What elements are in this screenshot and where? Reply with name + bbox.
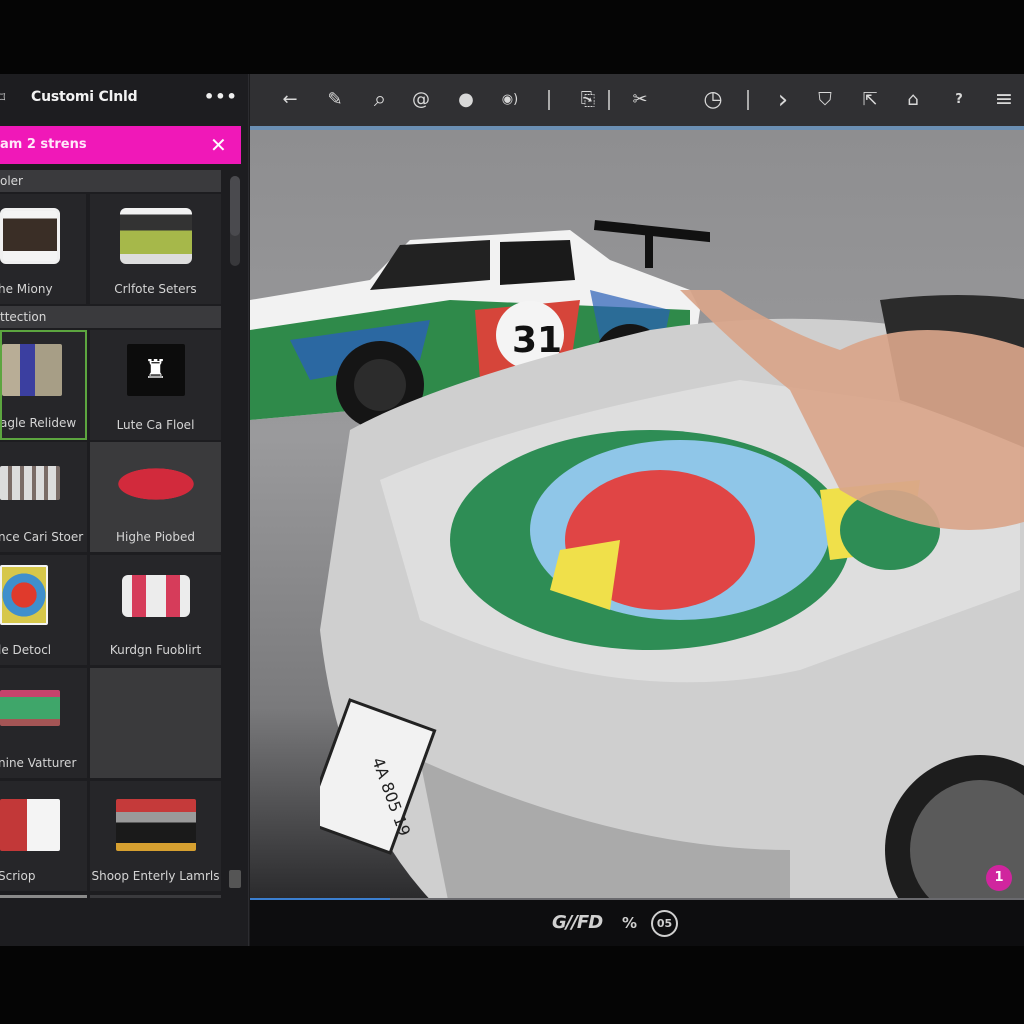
export-icon[interactable]: ⇱ — [857, 87, 883, 113]
thumbnail-car-lineup — [0, 466, 60, 500]
thumbnail-decal-art — [0, 565, 48, 625]
tile-label: agle Relidew — [0, 416, 77, 430]
banner-text: am 2 strens — [0, 137, 87, 152]
thumbnail-red-cars-photo — [0, 799, 60, 851]
forward-chevron-icon[interactable]: › — [770, 87, 796, 113]
tile-label: le Detocl — [0, 643, 52, 657]
thumbnail-white-decal-car — [121, 575, 190, 617]
tile-label: Scriop — [0, 869, 36, 883]
main-toolbar: ← ✎ ⌕ @ ● ◉) ⎘ ✂ ◷ › ⛉ ⇱ ⌂ ? ≡ — [250, 74, 1024, 126]
cut-tool-icon[interactable]: ✂ — [627, 87, 653, 113]
tile-item[interactable]: nine Vatturer — [0, 668, 87, 778]
back-arrow-icon[interactable]: ← — [277, 87, 303, 113]
tile-item-selected[interactable]: agle Relidew — [0, 330, 87, 440]
thumbnail-person-photo — [2, 344, 62, 396]
more-options-icon[interactable]: ••• — [204, 87, 238, 106]
thumbnail-green-car — [119, 208, 192, 264]
tile-label: Highe Piobed — [115, 530, 196, 544]
sidebar-title: Customi Clnld — [31, 89, 138, 105]
thumbnail-white-car — [0, 208, 60, 264]
layer-icon[interactable]: ⎘ — [575, 87, 601, 113]
tile-item[interactable]: he Miony — [0, 194, 86, 304]
hamburger-menu-icon[interactable]: ≡ — [991, 87, 1017, 113]
toolbar-divider — [608, 90, 610, 110]
tile-label: nine Vatturer — [0, 756, 77, 770]
clock-icon[interactable]: ◷ — [700, 87, 726, 113]
thumbnail-red-car — [107, 464, 204, 504]
tile-label: Lute Ca Floel — [116, 418, 195, 432]
sidebar-header: ⌑ Customi Clnld ••• — [0, 74, 249, 124]
silver-car-model[interactable]: 4A 805 19 — [320, 290, 1024, 900]
vertical-scrollbar-thumb[interactable] — [230, 176, 240, 236]
tile-label: Crlfote Seters — [114, 282, 197, 296]
circle-counter[interactable]: 05 — [651, 910, 678, 937]
toolbar-divider — [747, 90, 749, 110]
thumbnail-robot-icon: ♜ — [126, 344, 185, 396]
toolbar-divider — [548, 90, 550, 110]
shield-download-icon[interactable]: ⛉ — [812, 87, 838, 113]
brand-logo: G//FD — [552, 912, 603, 933]
design-canvas[interactable]: 31 4A 805 19 — [250, 130, 1024, 900]
section-header-color[interactable]: oler — [0, 170, 221, 192]
thumbnail-street-car-photo — [115, 799, 196, 851]
tile-item[interactable]: ♜ Lute Ca Floel — [90, 330, 221, 440]
tile-item[interactable]: Kurdgn Fuoblirt — [90, 555, 221, 665]
tile-item[interactable]: le Detocl — [0, 555, 87, 665]
search-icon[interactable]: ⌕ — [367, 87, 393, 113]
pin-icon[interactable]: ⌑ — [0, 90, 12, 106]
tile-label: Shoop Enterly Lamrls — [91, 869, 220, 883]
horizontal-scrollbar-thumb[interactable] — [0, 895, 87, 898]
notification-badge[interactable]: 1 — [986, 865, 1012, 891]
percent-icon[interactable]: % — [622, 914, 637, 932]
help-card-icon[interactable]: ? — [946, 87, 972, 113]
tile-label: he Miony — [0, 282, 53, 296]
tile-item-empty[interactable] — [90, 668, 221, 778]
tile-item[interactable]: Crlfote Seters — [90, 194, 221, 304]
section-header-collection[interactable]: ttection — [0, 306, 221, 328]
tile-item[interactable]: Scriop — [0, 781, 87, 891]
tile-item[interactable]: Shoop Enterly Lamrls — [90, 781, 221, 891]
at-sign-icon[interactable]: @ — [408, 87, 434, 113]
notification-banner: am 2 strens ✕ — [0, 126, 241, 164]
tile-label: Kurdgn Fuoblirt — [109, 643, 202, 657]
gallery-icon[interactable]: ⌂ — [900, 87, 926, 113]
horizontal-scrollbar-track[interactable] — [90, 895, 221, 898]
dial-icon[interactable]: ● — [453, 87, 479, 113]
tile-label: nce Cari Stoer — [0, 530, 84, 544]
customization-sidebar: ⌑ Customi Clnld ••• am 2 strens ✕ oler h… — [0, 74, 249, 946]
thumbnail-green-race-car — [0, 690, 60, 726]
sound-icon[interactable]: ◉) — [497, 87, 523, 113]
scroll-down-button[interactable] — [229, 870, 241, 888]
tile-item[interactable]: nce Cari Stoer — [0, 442, 87, 552]
tile-item[interactable]: Highe Piobed — [90, 442, 221, 552]
close-icon[interactable]: ✕ — [210, 133, 227, 157]
pen-icon[interactable]: ✎ — [322, 87, 348, 113]
